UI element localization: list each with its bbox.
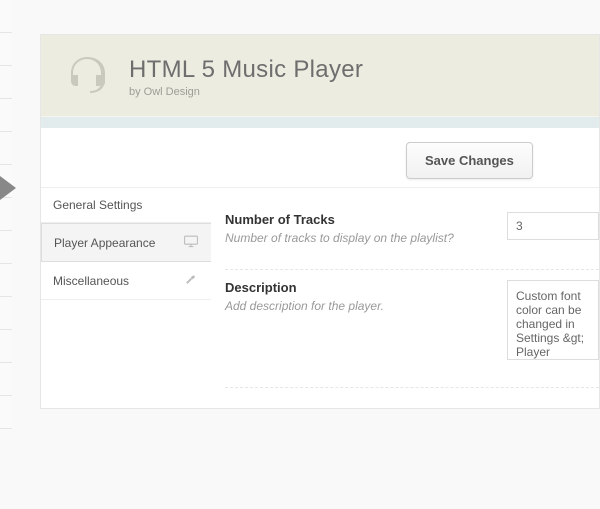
- wp-admin-rail: [0, 0, 12, 509]
- sidebar-item-label: General Settings: [53, 198, 142, 212]
- sidebar-item-general[interactable]: General Settings: [41, 188, 211, 223]
- sidebar-item-label: Player Appearance: [54, 236, 155, 250]
- page-byline: by Owl Design: [129, 86, 363, 98]
- field-help: Number of tracks to display on the playl…: [225, 231, 485, 245]
- field-title: Number of Tracks: [225, 212, 485, 227]
- headset-icon: [63, 51, 111, 102]
- field-tracks: Number of Tracks Number of tracks to dis…: [225, 202, 599, 270]
- wrench-icon: [183, 272, 199, 289]
- toolbar: Save Changes: [41, 128, 599, 188]
- settings-sidebar: General Settings Player Appearance Misce…: [41, 188, 211, 408]
- settings-content: Number of Tracks Number of tracks to dis…: [211, 188, 599, 408]
- accent-bar: [41, 116, 599, 128]
- page-title: HTML 5 Music Player: [129, 56, 363, 84]
- monitor-icon: [183, 234, 199, 251]
- field-title: Description: [225, 280, 485, 295]
- sidebar-item-appearance[interactable]: Player Appearance: [41, 223, 211, 262]
- description-textarea[interactable]: [507, 280, 599, 360]
- save-button[interactable]: Save Changes: [406, 142, 533, 179]
- field-help: Add description for the player.: [225, 299, 485, 313]
- tracks-input[interactable]: [507, 212, 599, 240]
- settings-panel: HTML 5 Music Player by Owl Design Save C…: [40, 34, 600, 409]
- sidebar-item-misc[interactable]: Miscellaneous: [41, 262, 211, 300]
- sidebar-item-label: Miscellaneous: [53, 274, 129, 288]
- panel-header: HTML 5 Music Player by Owl Design: [41, 35, 599, 116]
- field-description: Description Add description for the play…: [225, 270, 599, 388]
